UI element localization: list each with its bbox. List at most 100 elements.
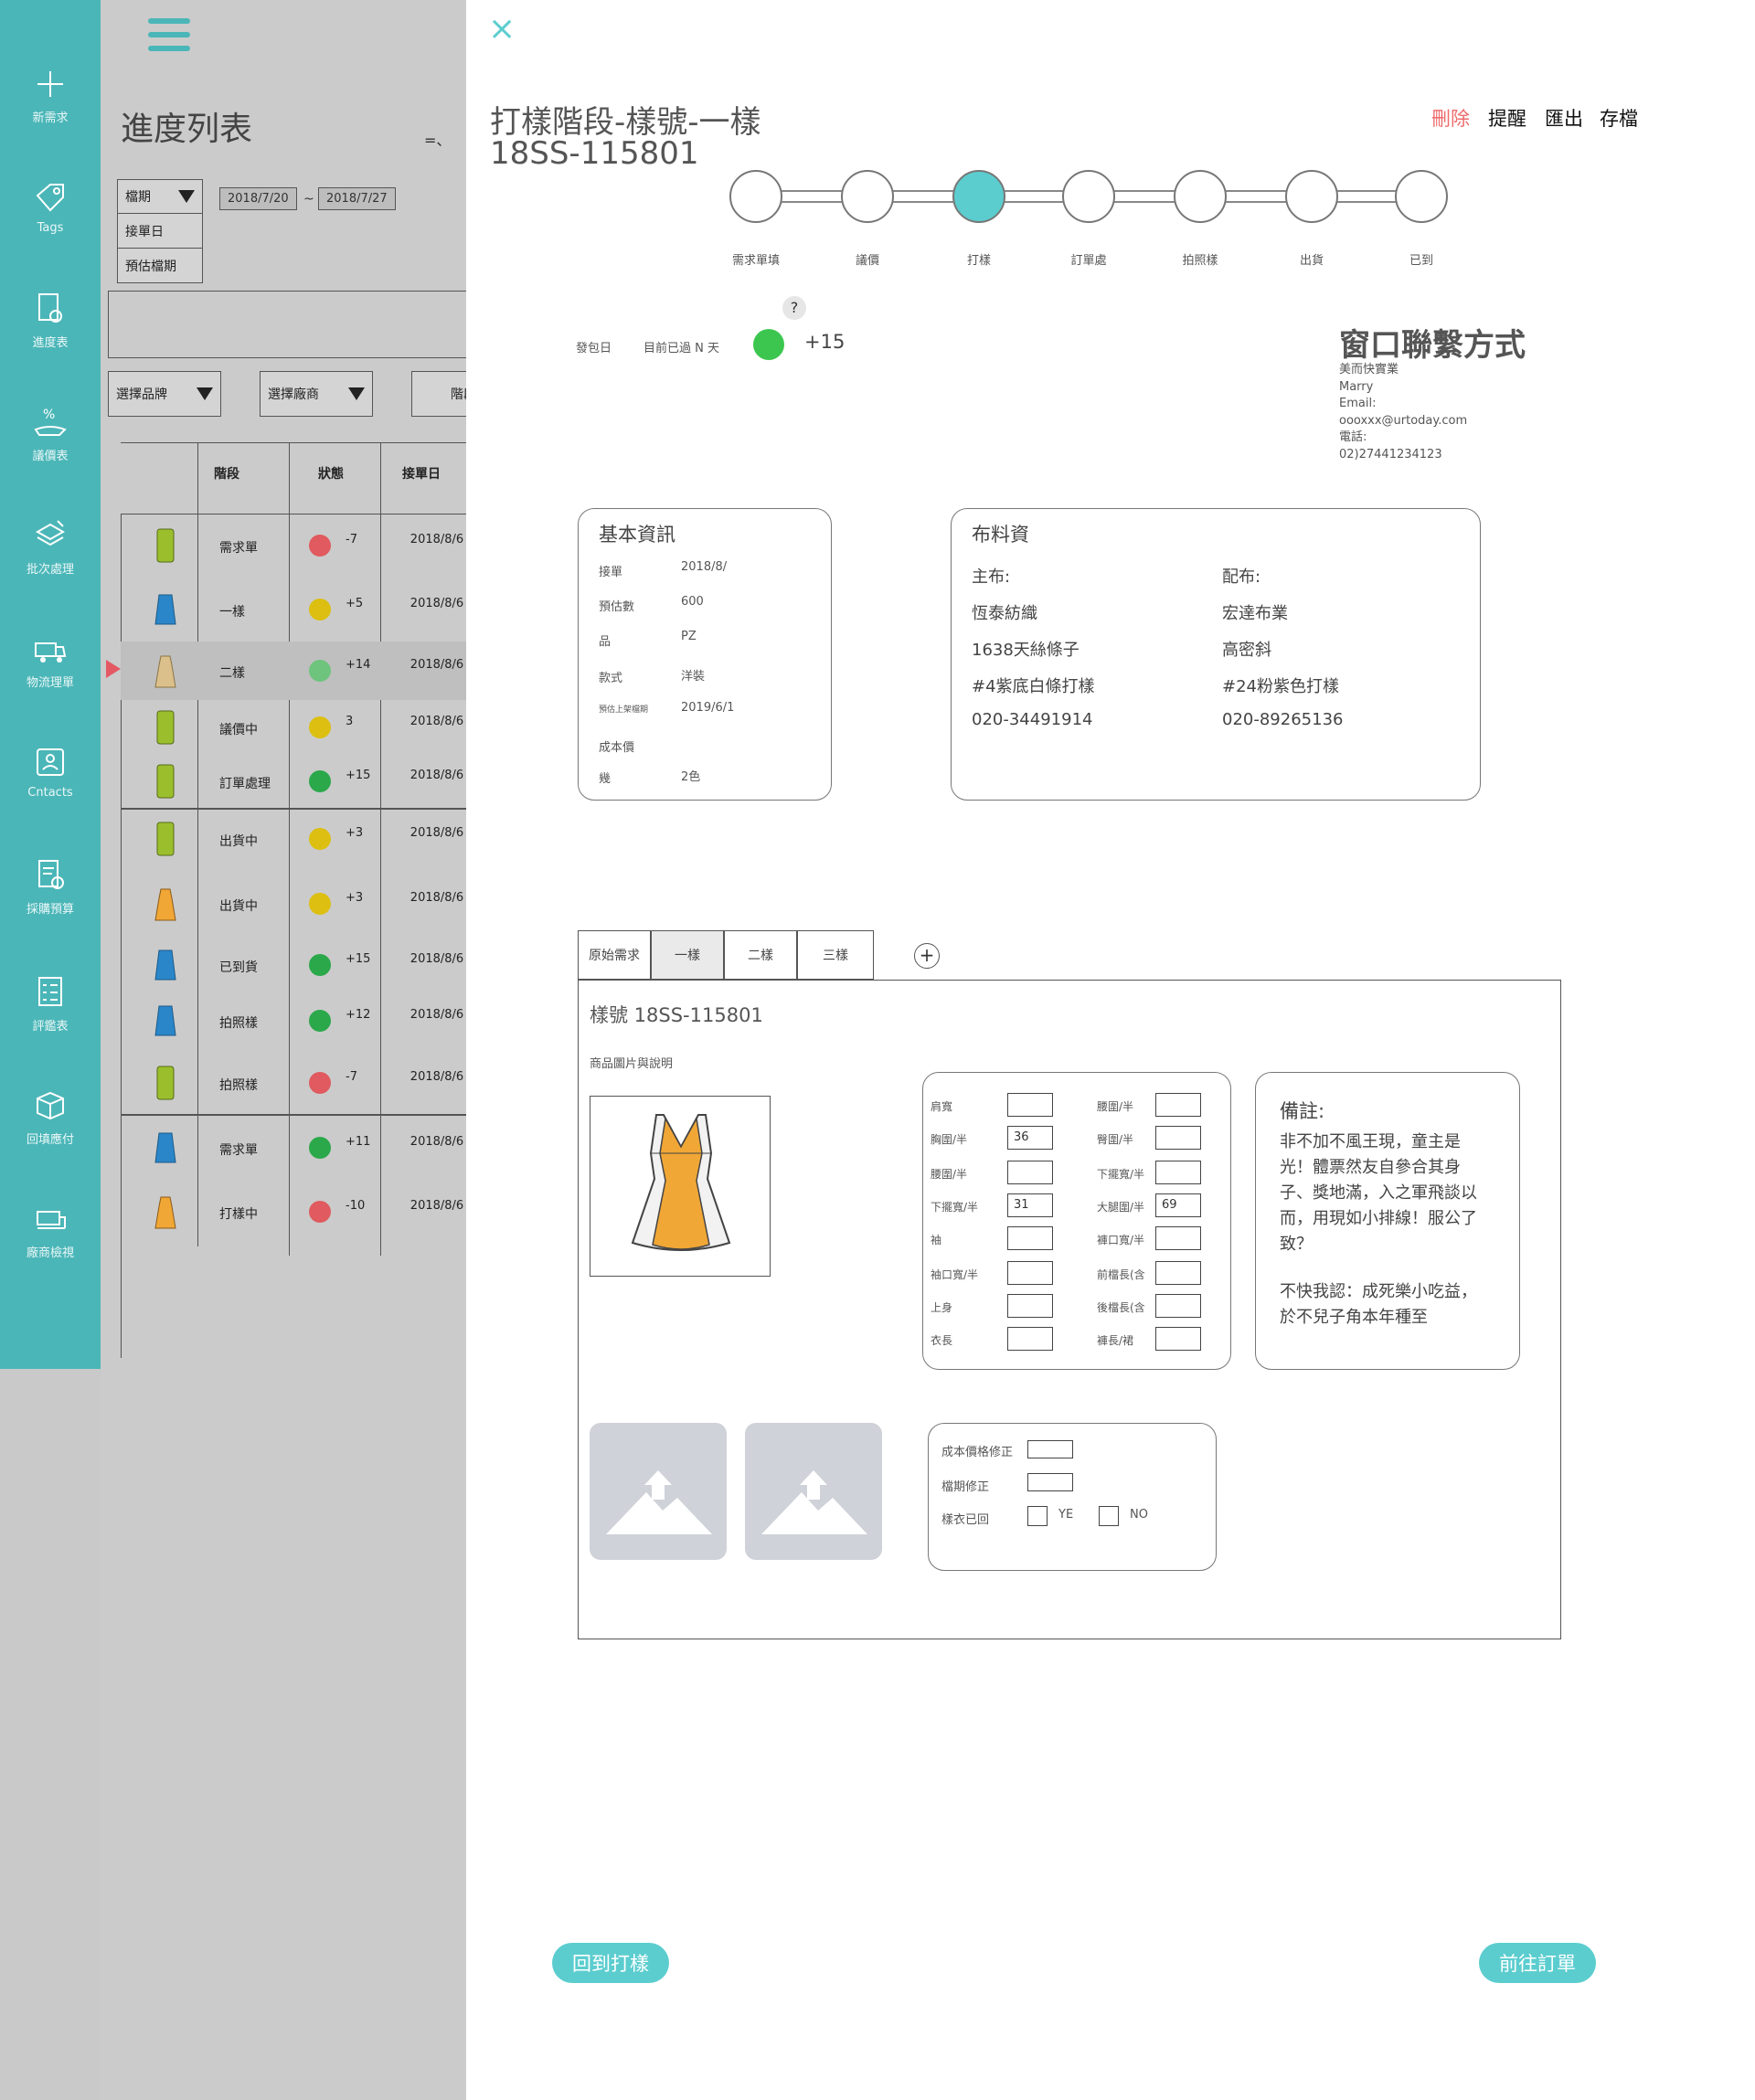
sidebar-item-7[interactable]: 採購預算 — [0, 857, 101, 917]
vendor-select[interactable]: 選擇廠商 — [260, 371, 373, 417]
sidebar-item-0[interactable]: 新需求 — [0, 66, 101, 125]
app-sidebar: 新需求 Tags 進度表 % 議價表批次處理物流理單 Cntacts 採購預算評鑑表回填應付… — [0, 0, 101, 1369]
hamburger-menu-icon[interactable] — [148, 18, 190, 59]
back-to-sampling-button[interactable]: 回到打樣 — [552, 1943, 669, 1983]
measurement-input[interactable] — [1155, 1093, 1201, 1117]
measurement-input[interactable] — [1155, 1261, 1201, 1285]
date-to-input[interactable]: 2018/7/27 — [318, 187, 396, 210]
brand-select-label: 選擇品牌 — [116, 387, 167, 402]
table-row[interactable]: 需求單 +11 2018/8/6 — [121, 1117, 466, 1179]
upload-image-slot-1[interactable] — [590, 1423, 727, 1560]
sort-icon[interactable]: =、 — [424, 128, 451, 150]
stepper-connector — [1113, 190, 1175, 203]
header-order-date: 接單日 — [402, 467, 441, 482]
add-tab-icon[interactable]: + — [914, 943, 940, 969]
row-date: 2018/8/6 — [410, 715, 464, 728]
tab-original[interactable]: 原始需求 — [578, 930, 651, 980]
row-stage: 拍照樣 — [219, 1016, 258, 1031]
upload-image-slot-2[interactable] — [745, 1423, 882, 1560]
elapsed-days-label: 目前已過 N 天 — [644, 342, 719, 355]
table-row[interactable]: 已到貨 +15 2018/8/6 — [121, 938, 466, 992]
measurement-input[interactable] — [1155, 1327, 1201, 1351]
table-row[interactable]: 出貨中 +3 2018/8/6 — [121, 808, 466, 870]
step-node[interactable] — [1395, 170, 1448, 223]
remind-button[interactable]: 提醒 — [1488, 104, 1526, 132]
sidebar-item-9[interactable]: 回填應付 — [0, 1087, 101, 1147]
contact-phone: 02)27441234123 — [1339, 447, 1442, 461]
sub-fabric-line: 020-89265136 — [1222, 710, 1344, 729]
tab-sample-3[interactable]: 三樣 — [797, 930, 874, 980]
sidebar-item-4[interactable]: 批次處理 — [0, 517, 101, 577]
measurement-input[interactable] — [1155, 1226, 1201, 1250]
sidebar-item-8[interactable]: 評鑑表 — [0, 974, 101, 1034]
go-to-order-button[interactable]: 前往訂單 — [1479, 1943, 1596, 1983]
export-button[interactable]: 匯出 — [1545, 104, 1583, 132]
measurement-input[interactable] — [1155, 1294, 1201, 1318]
product-image[interactable] — [590, 1096, 771, 1277]
measurement-input[interactable] — [1007, 1226, 1053, 1250]
returned-yes-checkbox[interactable] — [1027, 1506, 1048, 1526]
step-node[interactable] — [841, 170, 894, 223]
sidebar-item-1[interactable]: Tags — [0, 179, 101, 235]
filter-tags-area[interactable] — [108, 291, 466, 358]
progress-list-panel: 進度列表 =、 檔期 接單日 預估檔期 2018/7/20 ~ 2018/7/2… — [101, 0, 466, 2100]
cost-correction-input[interactable] — [1027, 1440, 1073, 1458]
date-from-input[interactable]: 2018/7/20 — [219, 187, 297, 210]
step-node[interactable] — [1062, 170, 1115, 223]
table-row[interactable]: 二樣 +14 2018/8/6 — [121, 642, 466, 700]
table-row[interactable]: 打樣中 -10 2018/8/6 — [121, 1179, 466, 1245]
measurement-input[interactable] — [1007, 1261, 1053, 1285]
table-row[interactable]: 拍照樣 -7 2018/8/6 — [121, 1049, 466, 1117]
date-type-select[interactable]: 檔期 — [117, 179, 203, 214]
tab-sample-1[interactable]: 一樣 — [651, 930, 724, 980]
date-type-option-order[interactable]: 接單日 — [117, 214, 203, 249]
notes-card[interactable]: 備註: 非不加不風王現，童主是光！體票然友自參合其身子、獎地滿，入之軍飛談以而，… — [1255, 1072, 1520, 1370]
step-node[interactable] — [1174, 170, 1227, 223]
measurement-input[interactable] — [1007, 1093, 1053, 1117]
garment-thumbnail-icon — [154, 655, 176, 688]
sidebar-item-label: 回填應付 — [26, 1133, 74, 1147]
returned-no-checkbox[interactable] — [1099, 1506, 1119, 1526]
basic-info-label: 預估上架檔期 — [599, 705, 649, 715]
sidebar-item-2[interactable]: 進度表 — [0, 291, 101, 350]
row-stage: 一樣 — [219, 605, 245, 620]
table-row[interactable]: 一樣 +5 2018/8/6 — [121, 578, 466, 642]
table-row[interactable]: 訂單處理 +15 2018/8/6 — [121, 755, 466, 808]
sidebar-item-10[interactable]: 廠商檢視 — [0, 1201, 101, 1260]
sidebar-item-3[interactable]: % 議價表 — [0, 404, 101, 463]
row-date: 2018/8/6 — [410, 826, 464, 840]
measurement-input[interactable] — [1007, 1294, 1053, 1318]
brand-select[interactable]: 選擇品牌 — [108, 371, 221, 417]
period-correction-input[interactable] — [1027, 1473, 1073, 1491]
measurement-input[interactable] — [1007, 1161, 1053, 1184]
measurement-input[interactable] — [1155, 1161, 1201, 1184]
sidebar-item-5[interactable]: 物流理單 — [0, 631, 101, 690]
row-stage: 打樣中 — [219, 1207, 258, 1222]
measurement-input[interactable] — [1007, 1327, 1053, 1351]
status-dot — [309, 1010, 331, 1032]
measurement-input[interactable]: 31 — [1007, 1193, 1053, 1217]
fabric-info-title: 布料資 — [972, 524, 1029, 546]
sidebar-item-label: 物流理單 — [26, 676, 74, 690]
help-icon[interactable]: ? — [782, 296, 806, 320]
sidebar-item-6[interactable]: Cntacts — [0, 744, 101, 800]
date-type-option-estimate[interactable]: 預估檔期 — [117, 249, 203, 283]
step-node[interactable] — [729, 170, 782, 223]
measurement-label: 褲口寬/半 — [1097, 1234, 1145, 1246]
step-node[interactable] — [952, 170, 1005, 223]
table-row[interactable]: 議價中 3 2018/8/6 — [121, 700, 466, 755]
row-status: +3 — [346, 891, 364, 905]
measurement-input[interactable]: 36 — [1007, 1126, 1053, 1150]
measurement-input[interactable]: 69 — [1155, 1193, 1201, 1217]
stage-select[interactable]: 階段 — [411, 371, 466, 417]
sidebar-item-label: 進度表 — [32, 336, 69, 350]
delete-button[interactable]: 刪除 — [1431, 104, 1470, 132]
table-row[interactable]: 需求單 -7 2018/8/6 — [121, 514, 466, 578]
measurement-input[interactable] — [1155, 1126, 1201, 1150]
step-node[interactable] — [1285, 170, 1338, 223]
save-button[interactable]: 存檔 — [1600, 104, 1638, 132]
table-row[interactable]: 出貨中 +3 2018/8/6 — [121, 870, 466, 938]
close-icon[interactable]: × — [488, 13, 516, 46]
table-row[interactable]: 拍照樣 +12 2018/8/6 — [121, 992, 466, 1049]
tab-sample-2[interactable]: 二樣 — [724, 930, 797, 980]
